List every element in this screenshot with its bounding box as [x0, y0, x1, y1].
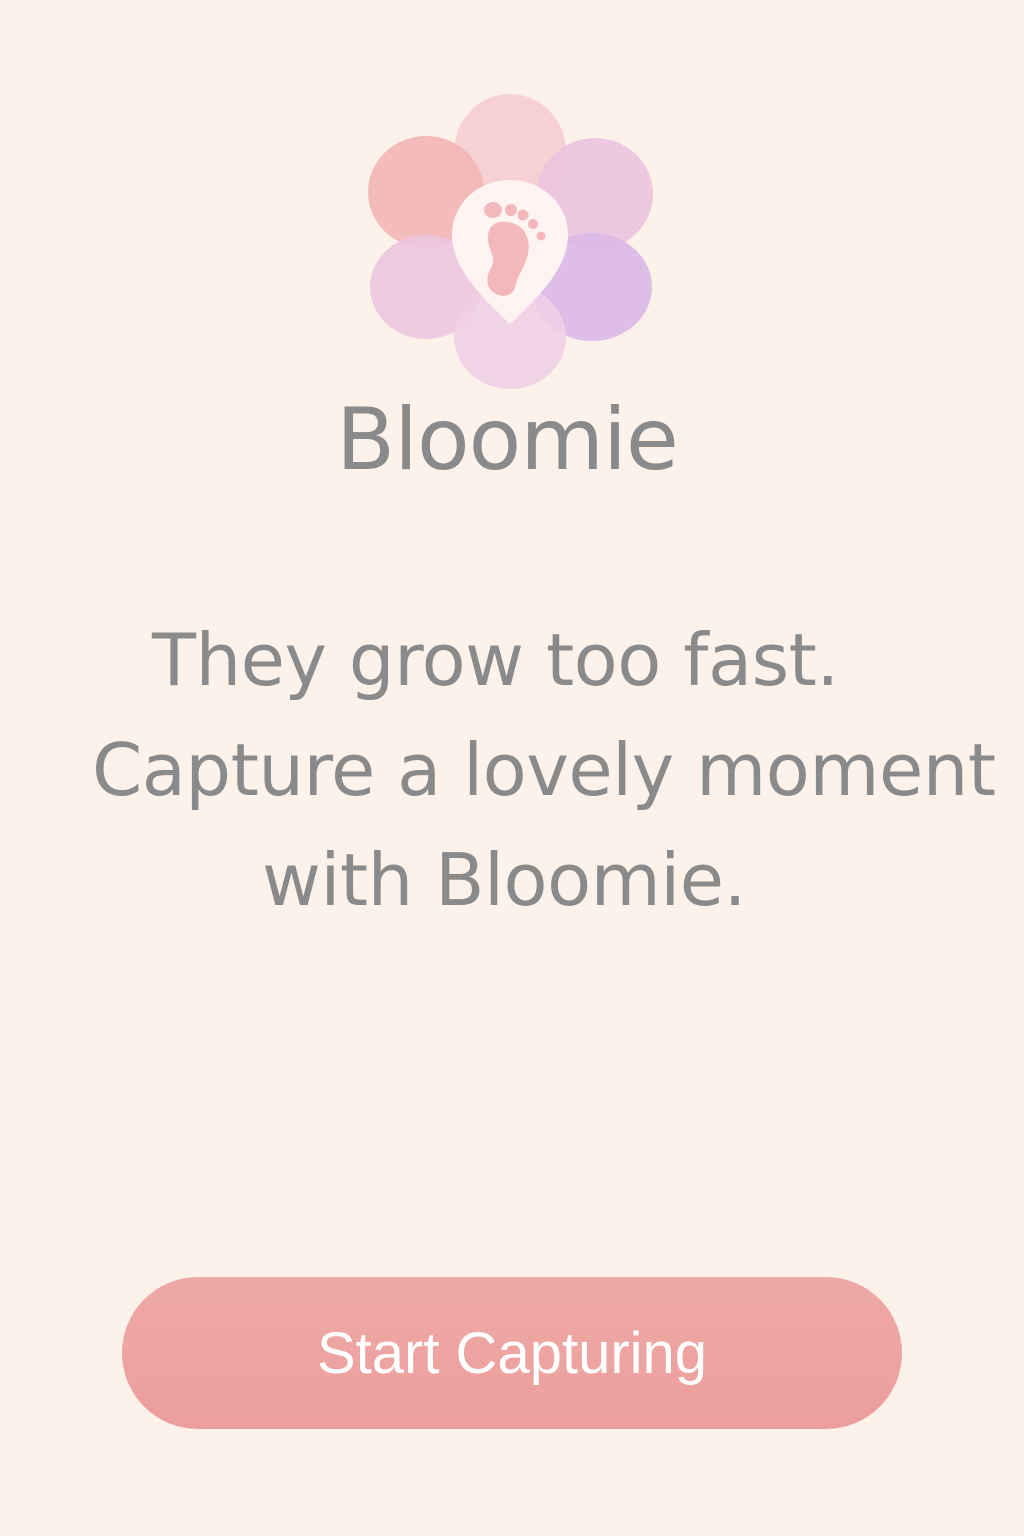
app-logo — [360, 82, 660, 402]
app-name: Bloomie — [336, 390, 679, 490]
start-capturing-button[interactable]: Start Capturing — [122, 1277, 902, 1429]
tagline-line-1: They grow too fast. — [152, 618, 839, 702]
flower-footprint-icon — [368, 94, 653, 389]
tagline-line-3: with Bloomie. — [262, 838, 746, 922]
tagline-line-2: Capture a lovely moment — [92, 728, 996, 812]
